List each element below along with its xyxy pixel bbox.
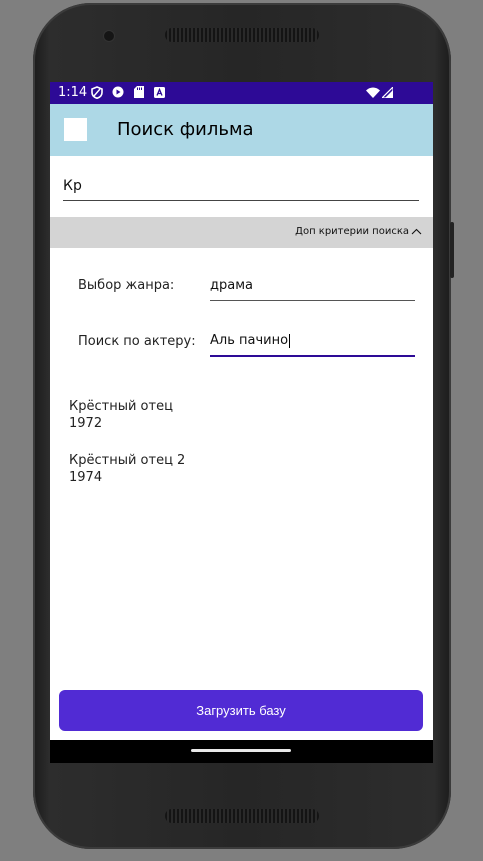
text-cursor (289, 333, 291, 348)
movie-year: 1972 (69, 416, 103, 431)
power-button[interactable] (450, 222, 454, 278)
actor-field[interactable]: Аль пачино (210, 329, 415, 357)
a-icon (153, 86, 165, 98)
list-item[interactable]: Крёстный отец 2 1974 (69, 452, 185, 486)
genre-label: Выбор жанра: (78, 278, 175, 293)
app-screen: 1:14 Поиск фильма Кр Доп критерии поиска (50, 82, 433, 763)
status-bar: 1:14 (50, 82, 433, 104)
chevron-up-icon (411, 225, 422, 238)
signal-icon (381, 86, 393, 98)
actor-label: Поиск по актеру: (78, 334, 196, 349)
list-item[interactable]: Крёстный отец 1972 (69, 398, 173, 432)
home-gesture-handle[interactable] (191, 749, 291, 752)
movie-title: Крёстный отец (69, 399, 173, 414)
status-time: 1:14 (58, 85, 88, 100)
search-input[interactable]: Кр (63, 172, 419, 201)
front-camera (104, 31, 114, 41)
page-title: Поиск фильма (117, 119, 254, 140)
app-logo-icon (64, 118, 87, 141)
movie-title: Крёстный отец 2 (69, 453, 186, 468)
navigation-bar (50, 740, 433, 763)
wifi-icon (366, 86, 380, 98)
shield-icon (91, 85, 103, 99)
expander-label: Доп критерии поиска (295, 226, 409, 237)
search-input-value: Кр (63, 178, 82, 194)
genre-field[interactable]: драма (210, 274, 415, 301)
movie-year: 1974 (69, 470, 103, 485)
actor-field-value: Аль пачино (210, 333, 289, 348)
genre-field-value: драма (210, 278, 253, 293)
top-speaker (165, 28, 319, 42)
advanced-search-expander[interactable]: Доп критерии поиска (50, 217, 433, 248)
play-icon (112, 86, 124, 98)
app-bar: Поиск фильма (50, 104, 433, 156)
sd-card-icon (133, 86, 145, 98)
load-database-button[interactable]: Загрузить базу (59, 690, 423, 731)
bottom-speaker (165, 809, 319, 823)
